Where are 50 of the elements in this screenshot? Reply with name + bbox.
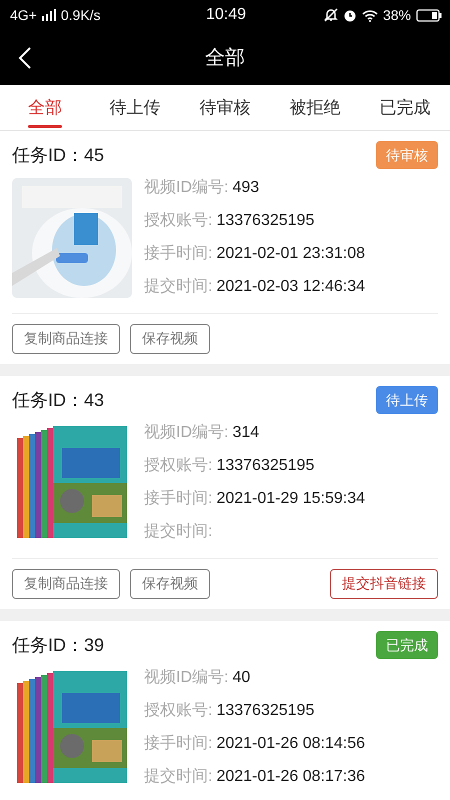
network-speed: 0.9K/s: [60, 7, 101, 23]
field-label: 视频ID编号:: [144, 424, 228, 441]
action-button[interactable]: 保存视频: [130, 324, 210, 354]
field-label: 提交时间:: [144, 523, 212, 540]
field-value: 314: [232, 424, 260, 441]
field-value: 2021-01-29 15:59:34: [216, 490, 366, 507]
muted-bell-icon: [324, 8, 338, 22]
task-title: 任务ID：45: [12, 144, 104, 166]
task-title: 任务ID：43: [12, 388, 104, 412]
battery-icon: [416, 8, 442, 22]
field-label: 授权账号:: [144, 457, 212, 474]
tab[interactable]: 待审核: [180, 85, 270, 130]
field-label: 接手时间:: [144, 490, 212, 507]
field-value: 493: [232, 179, 260, 196]
action-button[interactable]: 复制商品连接: [12, 569, 120, 599]
field-label: 提交时间:: [144, 768, 212, 785]
clock: 10:49: [206, 6, 246, 24]
field-label: 视频ID编号:: [144, 179, 228, 196]
field-label: 视频ID编号:: [144, 669, 228, 686]
battery-percent: 38%: [382, 7, 412, 23]
action-button[interactable]: 复制商品连接: [12, 324, 120, 354]
field-value: 13376325195: [216, 457, 314, 474]
tab[interactable]: 已完成: [360, 85, 450, 130]
action-button[interactable]: 保存视频: [130, 569, 210, 599]
back-icon: [18, 46, 32, 70]
field-value: 40: [232, 669, 250, 686]
signal-icon: [42, 9, 56, 21]
field-label: 提交时间:: [144, 278, 212, 295]
tab[interactable]: 被拒绝: [270, 85, 360, 130]
field-value: 2021-01-26 08:17:36: [216, 768, 366, 785]
task-title: 任务ID：39: [12, 634, 104, 656]
tab[interactable]: 待上传: [90, 85, 180, 130]
tab[interactable]: 全部: [0, 85, 90, 130]
status-badge: 待审核: [376, 140, 438, 168]
field-label: 授权账号:: [144, 702, 212, 719]
field-value: 2021-02-01 23:31:08: [216, 245, 366, 262]
alarm-icon: [342, 8, 357, 22]
field-label: 接手时间:: [144, 245, 212, 262]
field-value: 2021-01-26 08:14:56: [216, 735, 366, 752]
wifi-icon: [362, 8, 378, 22]
field-label: 授权账号:: [144, 212, 212, 229]
field-label: 接手时间:: [144, 735, 212, 752]
page-title: 全部: [204, 44, 246, 71]
field-value: 2021-02-03 12:46:34: [216, 278, 366, 295]
submit-link-button[interactable]: 提交抖音链接: [330, 569, 438, 599]
field-value: 13376325195: [216, 702, 314, 719]
status-badge: 待上传: [376, 386, 438, 414]
field-value: 13376325195: [216, 212, 314, 229]
network-type: 4G+: [10, 7, 37, 23]
status-badge: 已完成: [376, 630, 438, 658]
